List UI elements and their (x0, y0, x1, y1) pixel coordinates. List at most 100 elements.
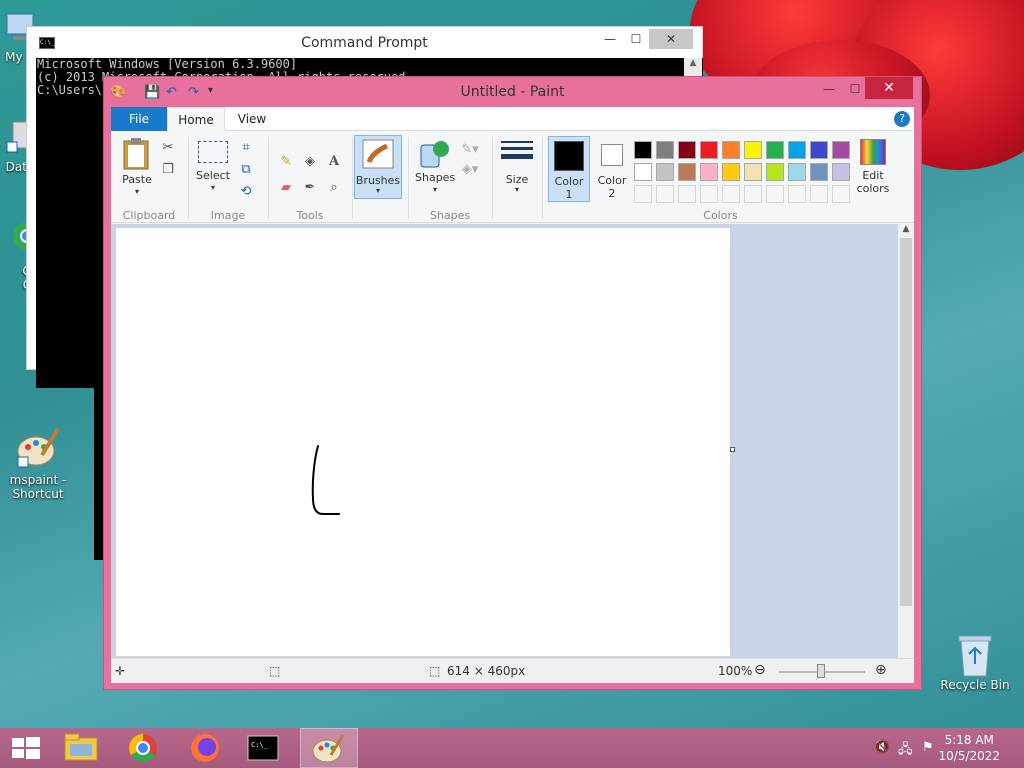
palette-swatch[interactable] (832, 141, 850, 159)
palette-swatch[interactable] (656, 163, 674, 181)
close-button[interactable]: ✕ (865, 77, 913, 99)
select-rectangle-icon (198, 141, 228, 163)
palette-swatch-empty[interactable] (766, 185, 784, 203)
volume-muted-icon[interactable]: 🔇 (874, 740, 890, 755)
minimize-button[interactable]: — (816, 79, 842, 99)
palette-swatch-empty[interactable] (744, 185, 762, 203)
scroll-up-arrow-icon[interactable]: ▲ (898, 224, 914, 234)
color-picker-icon[interactable]: ✒ (301, 179, 319, 197)
color2-button[interactable]: Color 2 (592, 136, 632, 202)
palette-swatch[interactable] (700, 163, 718, 181)
select-button[interactable]: Select ▾ (195, 141, 231, 197)
tab-view[interactable]: View (229, 107, 275, 131)
size-button[interactable]: Size ▾ (499, 139, 535, 199)
taskbar-chrome[interactable] (116, 728, 170, 768)
scroll-up-arrow-icon[interactable]: ▲ (684, 58, 702, 68)
fill-bucket-icon[interactable]: ◈ (301, 153, 319, 171)
palette-swatch-empty[interactable] (810, 185, 828, 203)
tab-file[interactable]: File (111, 107, 167, 131)
console-icon: C:\_ (247, 735, 279, 761)
palette-swatch[interactable] (810, 163, 828, 181)
brushes-button[interactable]: Brushes ▾ (354, 135, 402, 199)
action-center-icon[interactable]: ⚑ (922, 740, 934, 755)
palette-swatch[interactable] (678, 163, 696, 181)
palette-swatch[interactable] (766, 163, 784, 181)
palette-swatch[interactable] (656, 141, 674, 159)
taskbar-paint[interactable] (300, 728, 358, 768)
paint-titlebar[interactable]: 🎨 💾 ↶ ↷ ▾ Untitled - Paint — ☐ ✕ (104, 77, 921, 107)
palette-swatch[interactable] (744, 163, 762, 181)
maximize-button[interactable]: ☐ (623, 29, 649, 49)
palette-swatch[interactable] (634, 141, 652, 159)
help-icon[interactable]: ? (894, 111, 910, 127)
palette-swatch[interactable] (832, 163, 850, 181)
taskbar-file-explorer[interactable] (54, 728, 108, 768)
palette-swatch-empty[interactable] (656, 185, 674, 203)
desktop-icon-label: Recycle Bin (940, 678, 1010, 692)
start-button[interactable] (0, 728, 50, 768)
palette-swatch-empty[interactable] (722, 185, 740, 203)
close-button[interactable]: ✕ (649, 29, 693, 49)
color1-button[interactable]: Color 1 (548, 136, 590, 202)
paint-window[interactable]: 🎨 💾 ↶ ↷ ▾ Untitled - Paint — ☐ ✕ File Ho… (103, 76, 922, 690)
palette-swatch[interactable] (722, 141, 740, 159)
palette-swatch-empty[interactable] (634, 185, 652, 203)
text-icon[interactable]: A (325, 153, 343, 171)
palette-swatch[interactable] (678, 141, 696, 159)
rotate-icon[interactable]: ⟲ (237, 183, 255, 201)
taskbar-command-prompt[interactable]: C:\_ (236, 728, 290, 768)
tab-home[interactable]: Home (167, 107, 225, 131)
network-icon[interactable]: 🖧 (898, 740, 913, 762)
zoom-in-icon[interactable]: ⊕ (875, 662, 887, 678)
chevron-down-icon: ▾ (210, 183, 215, 192)
palette-swatch[interactable] (810, 141, 828, 159)
palette-swatch-empty[interactable] (700, 185, 718, 203)
zoom-out-icon[interactable]: ⊖ (754, 662, 766, 678)
magnifier-icon[interactable]: ⌕ (325, 179, 343, 197)
copy-icon[interactable]: ❐ (159, 161, 177, 179)
select-label: Select (196, 169, 230, 182)
windows-logo-icon (12, 737, 40, 759)
paint-title: Untitled - Paint (460, 84, 565, 100)
shapes-label: Shapes (415, 171, 456, 184)
cmd-titlebar[interactable]: C:\_ Command Prompt — ☐ ✕ (27, 27, 702, 57)
palette-swatch-empty[interactable] (678, 185, 696, 203)
outline-icon[interactable]: ✎▾ (461, 141, 479, 159)
palette-swatch[interactable] (700, 141, 718, 159)
color-palette (634, 131, 850, 203)
divider (268, 137, 269, 219)
drawing-canvas[interactable] (116, 228, 730, 656)
scrollbar-thumb[interactable] (900, 238, 912, 606)
paste-button[interactable]: Paste ▾ (117, 137, 157, 197)
palette-swatch-empty[interactable] (788, 185, 806, 203)
eraser-icon[interactable]: ▰ (277, 179, 295, 197)
chevron-down-icon: ▾ (375, 186, 380, 195)
fill-icon[interactable]: ◈▾ (461, 161, 479, 179)
palette-swatch[interactable] (744, 141, 762, 159)
crop-icon[interactable]: ⌗ (237, 139, 255, 157)
chrome-icon (129, 734, 157, 762)
taskbar-clock[interactable]: 5:18 AM 10/5/2022 (938, 732, 1000, 764)
pencil-icon[interactable]: ✎ (277, 153, 295, 171)
palette-swatch-empty[interactable] (832, 185, 850, 203)
desktop-icon-mspaint-shortcut[interactable]: mspaint - Shortcut (3, 425, 73, 501)
canvas-vertical-scrollbar[interactable]: ▲ ▼ (898, 224, 914, 668)
minimize-button[interactable]: — (597, 29, 623, 49)
taskbar-firefox[interactable] (178, 728, 232, 768)
palette-swatch[interactable] (788, 141, 806, 159)
palette-swatch[interactable] (722, 163, 740, 181)
shapes-button[interactable]: Shapes ▾ (415, 139, 455, 199)
taskbar: C:\_ 🔇 🖧 ⚑ 5:18 AM 10/5/2022 (0, 728, 1024, 768)
resize-icon[interactable]: ⧉ (237, 161, 255, 179)
palette-swatch[interactable] (766, 141, 784, 159)
clock-time: 5:18 AM (944, 733, 994, 747)
zoom-slider[interactable] (817, 664, 825, 678)
edit-colors-button[interactable]: Edit colors (853, 135, 893, 199)
cut-icon[interactable]: ✂ (159, 139, 177, 157)
divider (492, 137, 493, 219)
palette-swatch[interactable] (634, 163, 652, 181)
canvas-resize-handle[interactable] (730, 447, 735, 452)
desktop-icon-label-2: Shortcut (12, 487, 64, 501)
palette-swatch[interactable] (788, 163, 806, 181)
desktop-icon-recycle-bin[interactable]: Recycle Bin (940, 630, 1010, 692)
